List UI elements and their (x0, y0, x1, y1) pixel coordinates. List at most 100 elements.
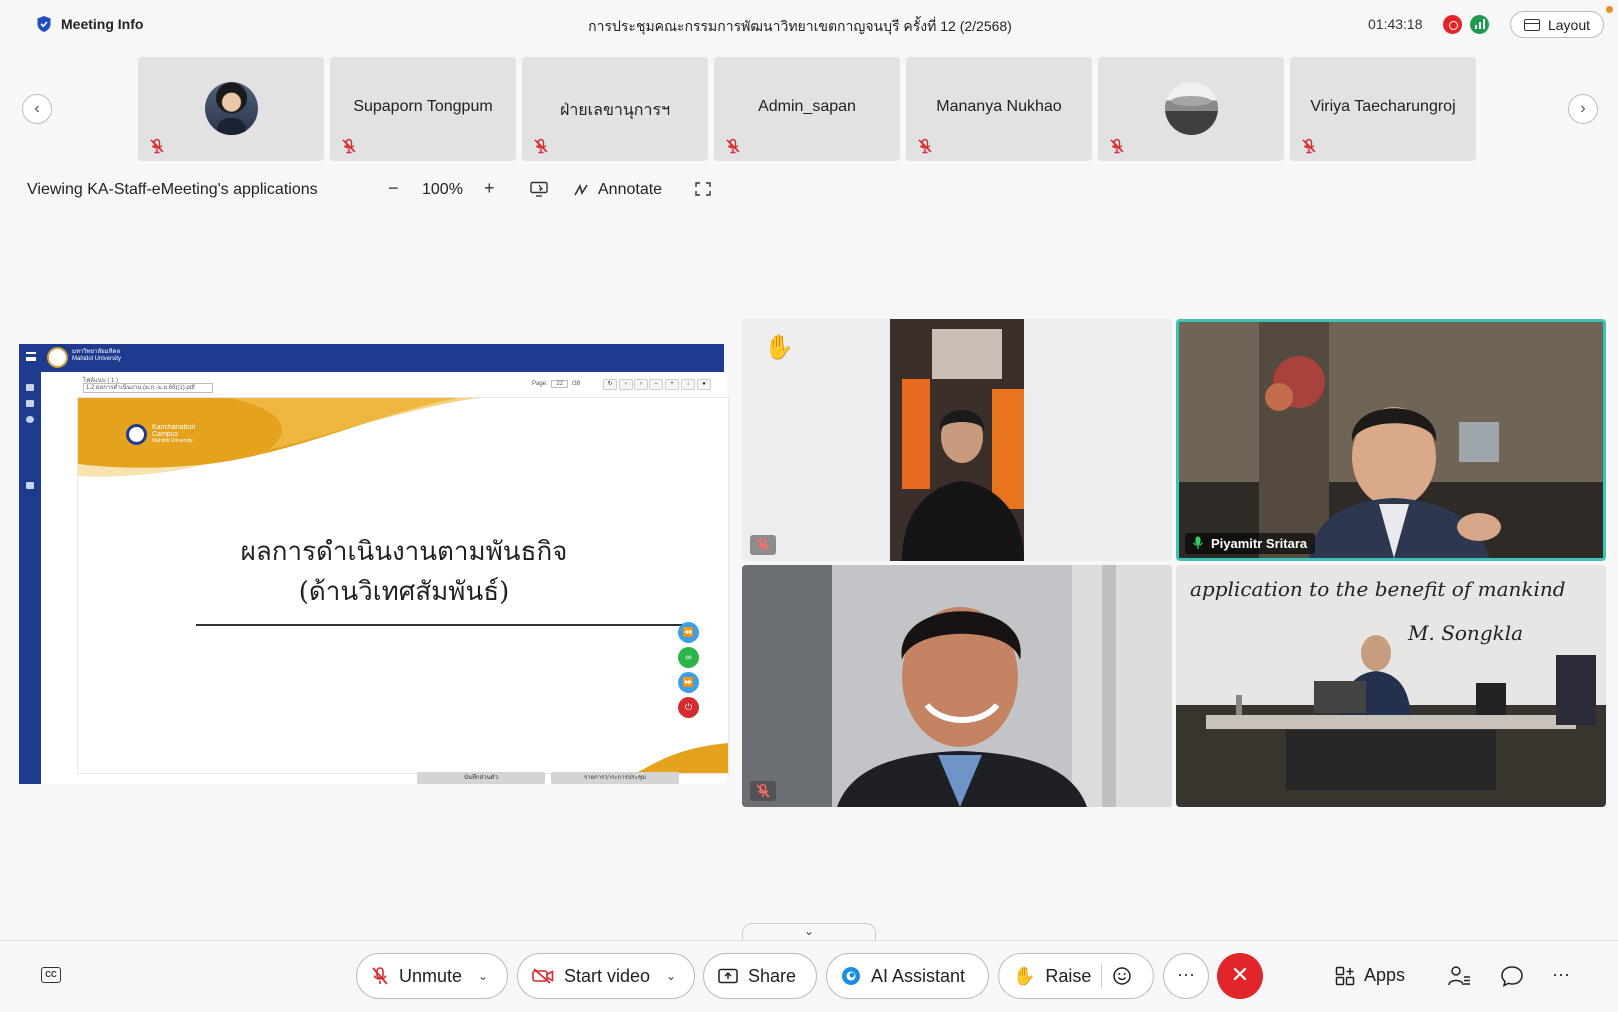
participant-tile[interactable]: Mananya Nukhao (906, 57, 1092, 161)
share-button[interactable]: Share (703, 953, 817, 999)
meeting-info-button[interactable]: Meeting Info (36, 15, 143, 33)
zoom-in-button[interactable]: + (484, 178, 495, 199)
leave-meeting-button[interactable]: ✕ (1217, 953, 1263, 999)
raise-hand-button[interactable]: ✋ Raise (998, 953, 1154, 999)
slide-title: ผลการดำเนินงานตามพันธกิจ (ด้านวิเทศสัมพั… (78, 532, 728, 612)
ai-assistant-icon (842, 967, 860, 985)
slide-footer-wave (636, 743, 728, 773)
shared-screen[interactable]: มหาวิทยาลัยมหิดล Mahidol University ไฟล์… (19, 344, 729, 784)
unmute-button[interactable]: Unmute ⌄ (356, 953, 508, 999)
muted-mic-icon (372, 967, 388, 985)
collapse-toolbar-button[interactable]: ⌄ (742, 923, 876, 941)
participants-icon[interactable] (1447, 965, 1471, 987)
strip-next-button[interactable]: › (1568, 94, 1598, 124)
participant-video (742, 565, 1172, 807)
campus-line-2: Campus (152, 431, 179, 438)
agenda-list-tab: รายการวาระการประชุม (551, 772, 679, 784)
next-page-icon: › (634, 379, 648, 390)
chevron-down-icon[interactable]: ⌄ (478, 969, 488, 983)
annotate-label: Annotate (598, 181, 663, 198)
muted-mic-icon (342, 138, 356, 154)
zoom-in-icon: + (665, 379, 679, 390)
list-icon (26, 384, 34, 391)
remote-control-icon[interactable] (530, 181, 548, 197)
refresh-icon: ↻ (603, 379, 617, 390)
shared-app-header: มหาวิทยาลัยมหิดล Mahidol University (19, 344, 724, 372)
participant-tile[interactable] (1098, 57, 1284, 161)
campus-line-1: Kanchanaburi (152, 424, 196, 431)
university-name: มหาวิทยาลัยมหิดล Mahidol University (72, 349, 121, 363)
more-options-button[interactable]: ··· (1163, 953, 1209, 999)
start-video-button[interactable]: Start video ⌄ (517, 953, 695, 999)
prev-page-icon: ‹ (619, 379, 633, 390)
participant-tile[interactable]: Supaporn Tongpum (330, 57, 516, 161)
personal-notes-tab: บันทึกส่วนตัว (417, 772, 545, 784)
muted-indicator (750, 535, 776, 555)
slide-divider (196, 624, 691, 626)
muted-mic-icon (1302, 138, 1316, 154)
participant-tile[interactable] (138, 57, 324, 161)
campus-brand: Kanchanaburi Campus Mahidol University (126, 424, 195, 445)
participant-name: Mananya Nukhao (936, 98, 1062, 115)
ai-assistant-button[interactable]: AI Assistant (826, 953, 989, 999)
power-icon: ⏻ (678, 697, 699, 718)
zoom-out-button[interactable]: − (388, 178, 399, 199)
closed-captions-icon[interactable]: CC (41, 967, 61, 983)
page-total: /38 (571, 381, 581, 387)
network-stats-icon[interactable] (1470, 15, 1489, 34)
muted-indicator (750, 781, 776, 801)
muted-mic-icon (726, 138, 740, 154)
divider (1101, 964, 1103, 988)
muted-mic-icon (756, 537, 770, 552)
active-speaker-video-tile[interactable]: Piyamitr Sritara (1176, 319, 1606, 561)
raised-hand-icon: ✋ (764, 334, 794, 361)
participant-name: Admin_sapan (758, 98, 856, 115)
layout-button[interactable]: Layout (1510, 11, 1604, 38)
participant-tile[interactable]: Admin_sapan (714, 57, 900, 161)
chat-icon[interactable] (1500, 965, 1524, 987)
download-icon: ↓ (681, 379, 695, 390)
participant-video (890, 319, 1024, 561)
video-tile[interactable] (742, 565, 1172, 807)
avatar (205, 82, 258, 135)
participant-tile[interactable]: ฝ่ายเลขานุการฯ (522, 57, 708, 161)
muted-mic-icon (756, 783, 770, 798)
participant-name: ฝ่ายเลขานุการฯ (559, 102, 671, 119)
chevron-down-icon[interactable]: ⌄ (666, 969, 676, 983)
participant-name: Supaporn Tongpum (353, 98, 493, 115)
apps-button[interactable]: Apps (1335, 965, 1405, 986)
zoom-level: 100% (422, 181, 463, 198)
annotate-icon (574, 183, 588, 196)
campus-name: Kanchanaburi Campus Mahidol University (152, 424, 195, 445)
rewind-icon: ⏪ (678, 622, 699, 643)
logout-icon (26, 482, 34, 489)
participant-video (1179, 322, 1603, 558)
attachment-dropdown: 1.2 ผลการดำเนินงาน (ม.ก.-ม.ย.68)(1).pdf (83, 383, 213, 393)
video-tile[interactable]: application to the benefit of mankind M.… (1176, 565, 1606, 807)
apps-icon (1335, 966, 1355, 985)
strip-prev-button[interactable]: ‹ (22, 94, 52, 124)
participant-tile[interactable]: Viriya Taecharungroj (1290, 57, 1476, 161)
toolbar-divider (0, 940, 1618, 941)
zoom-out-icon: − (649, 379, 663, 390)
top-bar: Meeting Info การประชุมคณะกรรมการพัฒนาวิท… (0, 0, 1618, 50)
university-name-en: Mahidol University (72, 356, 122, 362)
hand-icon: ✋ (1013, 965, 1036, 986)
page-label: Page: (532, 381, 548, 387)
link-icon: ∞ (678, 647, 699, 668)
share-icon (718, 968, 738, 984)
campus-logo (126, 424, 147, 445)
slide-title-line-2: (ด้านวิเทศสัมพันธ์) (298, 577, 510, 607)
fullscreen-icon[interactable] (694, 181, 712, 197)
reactions-icon[interactable] (1112, 966, 1132, 986)
conference-room-video (1176, 635, 1606, 807)
elapsed-timer: 01:43:18 (1368, 16, 1423, 32)
university-name-th: มหาวิทยาลัยมหิดล (72, 349, 121, 355)
lock-icon (26, 400, 34, 407)
annotate-button[interactable]: Annotate (574, 181, 662, 199)
participant-name: Viriya Taecharungroj (1310, 98, 1456, 115)
recording-icon[interactable] (1443, 15, 1462, 34)
overflow-menu-button[interactable]: ··· (1552, 965, 1576, 987)
video-tile[interactable]: ✋ (742, 319, 1172, 561)
muted-mic-icon (534, 138, 548, 154)
